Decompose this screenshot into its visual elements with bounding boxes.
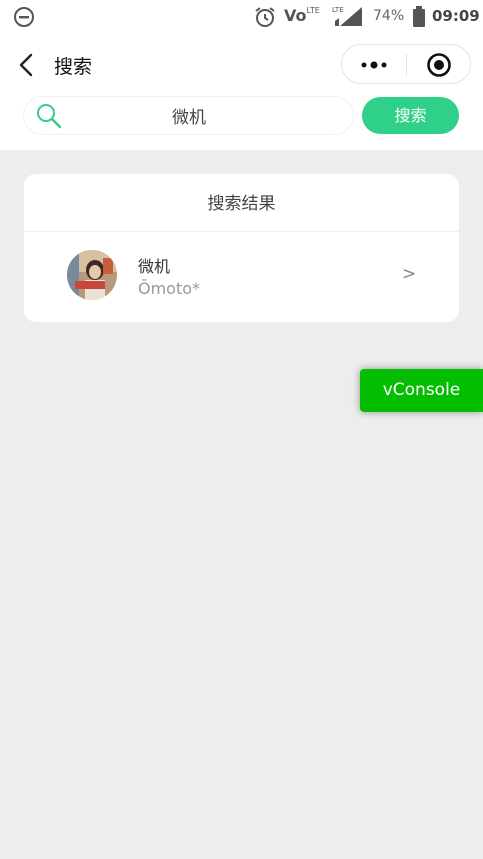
result-subtitle: Ōmoto* <box>138 279 201 298</box>
do-not-disturb-icon <box>13 6 35 32</box>
volte-icon: VoLTE <box>284 6 320 25</box>
search-input[interactable] <box>74 101 304 130</box>
list-item[interactable]: 微机 Ōmoto* > <box>24 233 459 322</box>
search-icon <box>36 103 62 133</box>
target-icon[interactable] <box>426 52 452 78</box>
chevron-right-icon: > <box>402 264 417 284</box>
avatar <box>67 250 117 300</box>
top-bar: VoLTE LTE 74% 09:09 搜索 搜索 <box>0 0 483 150</box>
vconsole-button[interactable]: vConsole <box>360 369 483 412</box>
alarm-icon <box>254 6 276 32</box>
battery-percent: 74% <box>373 8 405 24</box>
capsule-menu <box>341 44 471 84</box>
more-icon[interactable] <box>356 53 396 77</box>
search-button[interactable]: 搜索 <box>362 97 459 134</box>
svg-text:LTE: LTE <box>332 6 344 14</box>
signal-icon: LTE <box>332 5 364 31</box>
back-icon[interactable] <box>16 52 38 82</box>
navbar: 搜索 <box>0 40 483 88</box>
result-name: 微机 <box>138 257 171 276</box>
capsule-divider <box>406 54 407 76</box>
results-header: 搜索结果 <box>24 174 459 232</box>
battery-icon <box>412 6 426 32</box>
clock: 09:09 <box>432 7 480 25</box>
status-bar: VoLTE LTE 74% 09:09 <box>0 0 483 32</box>
page-title: 搜索 <box>54 56 93 78</box>
results-card: 搜索结果 微机 Ōmoto* > <box>24 174 459 322</box>
search-box[interactable] <box>24 97 353 134</box>
